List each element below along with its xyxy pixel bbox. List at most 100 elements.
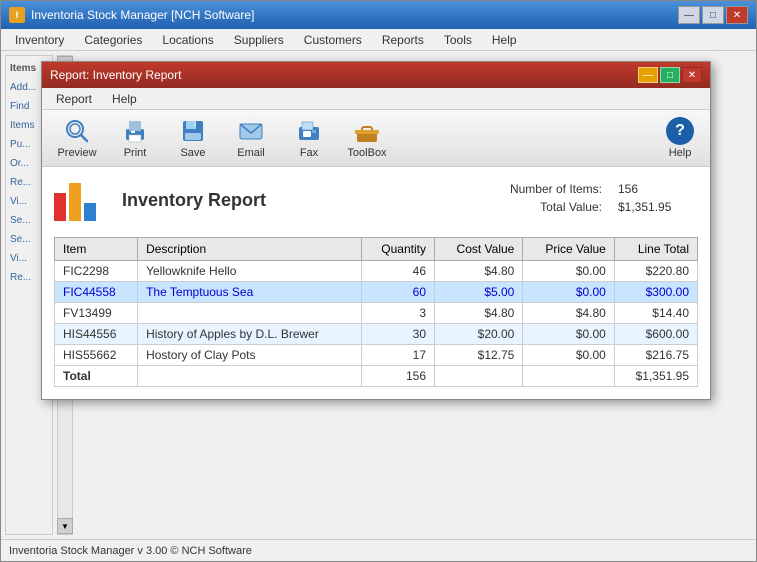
report-logo bbox=[54, 179, 106, 221]
cell-quantity: 46 bbox=[362, 261, 435, 282]
cell-price-value: $0.00 bbox=[523, 261, 615, 282]
main-titlebar: I Inventoria Stock Manager [NCH Software… bbox=[1, 1, 756, 29]
report-dialog: Report: Inventory Report — □ ✕ Report He… bbox=[41, 61, 711, 400]
save-icon bbox=[179, 117, 207, 145]
help-icon: ? bbox=[666, 117, 694, 145]
total-value-value: $1,351.95 bbox=[618, 200, 698, 214]
report-table: Item Description Quantity Cost Value Pri… bbox=[54, 237, 698, 387]
modal-menu-help[interactable]: Help bbox=[102, 90, 147, 108]
main-menubar: Inventory Categories Locations Suppliers… bbox=[1, 29, 756, 51]
help-button[interactable]: ? Help bbox=[658, 117, 702, 159]
print-icon bbox=[121, 117, 149, 145]
modal-menubar: Report Help bbox=[42, 88, 710, 110]
menu-inventory[interactable]: Inventory bbox=[5, 31, 74, 49]
main-title: Inventoria Stock Manager [NCH Software] bbox=[31, 8, 254, 22]
cell-description: The Temptuous Sea bbox=[138, 282, 362, 303]
table-row: FV13499 3 $4.80 $4.80 $14.40 bbox=[55, 303, 698, 324]
bar-chart-bar3 bbox=[84, 203, 96, 221]
cell-price-value: $0.00 bbox=[523, 282, 615, 303]
report-stats: Number of Items: 156 Total Value: $1,351… bbox=[482, 182, 698, 218]
cell-price-value: $4.80 bbox=[523, 303, 615, 324]
cell-cost-value: $5.00 bbox=[435, 282, 523, 303]
table-row: FIC2298 Yellowknife Hello 46 $4.80 $0.00… bbox=[55, 261, 698, 282]
cell-line-total: $600.00 bbox=[614, 324, 697, 345]
modal-titlebar: Report: Inventory Report — □ ✕ bbox=[42, 62, 710, 88]
modal-menu-report[interactable]: Report bbox=[46, 90, 102, 108]
col-header-description: Description bbox=[138, 238, 362, 261]
cell-line-total: $300.00 bbox=[614, 282, 697, 303]
menu-locations[interactable]: Locations bbox=[152, 31, 223, 49]
print-button[interactable]: Print bbox=[108, 114, 162, 162]
cell-cost-value: $20.00 bbox=[435, 324, 523, 345]
titlebar-left: I Inventoria Stock Manager [NCH Software… bbox=[9, 7, 254, 23]
app-icon: I bbox=[9, 7, 25, 23]
preview-icon bbox=[63, 117, 91, 145]
cell-price-value: $0.00 bbox=[523, 324, 615, 345]
cell-description: Hostory of Clay Pots bbox=[138, 345, 362, 366]
col-header-price-value: Price Value bbox=[523, 238, 615, 261]
main-window-controls: — □ ✕ bbox=[678, 6, 748, 24]
cell-item: HIS44556 bbox=[55, 324, 138, 345]
cell-cost-value: $12.75 bbox=[435, 345, 523, 366]
toolbox-button[interactable]: ToolBox bbox=[340, 114, 394, 162]
total-line-total: $1,351.95 bbox=[614, 366, 697, 387]
table-row: HIS44556 History of Apples by D.L. Brewe… bbox=[55, 324, 698, 345]
statusbar: Inventoria Stock Manager v 3.00 © NCH So… bbox=[1, 539, 756, 561]
modal-minimize-button[interactable]: — bbox=[638, 67, 658, 83]
toolbox-label: ToolBox bbox=[347, 147, 386, 159]
col-header-line-total: Line Total bbox=[614, 238, 697, 261]
report-content: Inventory Report Number of Items: 156 To… bbox=[42, 167, 710, 399]
cell-price-value: $0.00 bbox=[523, 345, 615, 366]
preview-button[interactable]: Preview bbox=[50, 114, 104, 162]
bar-chart-bar1 bbox=[54, 193, 66, 221]
total-price bbox=[523, 366, 615, 387]
total-description bbox=[138, 366, 362, 387]
main-content: Items Add... Find Items Pu... Or... Re..… bbox=[1, 51, 756, 539]
num-items-label: Number of Items: bbox=[482, 182, 602, 196]
menu-help[interactable]: Help bbox=[482, 31, 527, 49]
menu-customers[interactable]: Customers bbox=[294, 31, 372, 49]
save-button[interactable]: Save bbox=[166, 114, 220, 162]
modal-maximize-button[interactable]: □ bbox=[660, 67, 680, 83]
email-icon bbox=[237, 117, 265, 145]
num-items-row: Number of Items: 156 bbox=[482, 182, 698, 196]
main-close-button[interactable]: ✕ bbox=[726, 6, 748, 24]
cell-item: HIS55662 bbox=[55, 345, 138, 366]
modal-toolbar: Preview Print bbox=[42, 110, 710, 167]
cell-quantity: 17 bbox=[362, 345, 435, 366]
fax-button[interactable]: Fax bbox=[282, 114, 336, 162]
cell-cost-value: $4.80 bbox=[435, 303, 523, 324]
cell-description: Yellowknife Hello bbox=[138, 261, 362, 282]
main-window: I Inventoria Stock Manager [NCH Software… bbox=[0, 0, 757, 562]
table-row: HIS55662 Hostory of Clay Pots 17 $12.75 … bbox=[55, 345, 698, 366]
cell-quantity: 30 bbox=[362, 324, 435, 345]
total-label: Total bbox=[55, 366, 138, 387]
preview-label: Preview bbox=[57, 147, 96, 159]
cell-quantity: 60 bbox=[362, 282, 435, 303]
cell-item: FV13499 bbox=[55, 303, 138, 324]
cell-item: FIC2298 bbox=[55, 261, 138, 282]
col-header-quantity: Quantity bbox=[362, 238, 435, 261]
cell-description: History of Apples by D.L. Brewer bbox=[138, 324, 362, 345]
modal-overlay: Report: Inventory Report — □ ✕ Report He… bbox=[1, 51, 756, 539]
fax-label: Fax bbox=[300, 147, 318, 159]
bar-chart-bar2 bbox=[69, 183, 81, 221]
menu-suppliers[interactable]: Suppliers bbox=[224, 31, 294, 49]
total-value-label: Total Value: bbox=[482, 200, 602, 214]
email-button[interactable]: Email bbox=[224, 114, 278, 162]
report-header: Inventory Report Number of Items: 156 To… bbox=[54, 179, 698, 221]
save-label: Save bbox=[180, 147, 205, 159]
cell-quantity: 3 bbox=[362, 303, 435, 324]
modal-close-button[interactable]: ✕ bbox=[682, 67, 702, 83]
menu-reports[interactable]: Reports bbox=[372, 31, 434, 49]
main-maximize-button[interactable]: □ bbox=[702, 6, 724, 24]
menu-categories[interactable]: Categories bbox=[74, 31, 152, 49]
menu-tools[interactable]: Tools bbox=[434, 31, 482, 49]
main-minimize-button[interactable]: — bbox=[678, 6, 700, 24]
cell-line-total: $216.75 bbox=[614, 345, 697, 366]
cell-line-total: $14.40 bbox=[614, 303, 697, 324]
num-items-value: 156 bbox=[618, 182, 698, 196]
toolbox-icon bbox=[353, 117, 381, 145]
table-row: FIC44558 The Temptuous Sea 60 $5.00 $0.0… bbox=[55, 282, 698, 303]
total-cost bbox=[435, 366, 523, 387]
